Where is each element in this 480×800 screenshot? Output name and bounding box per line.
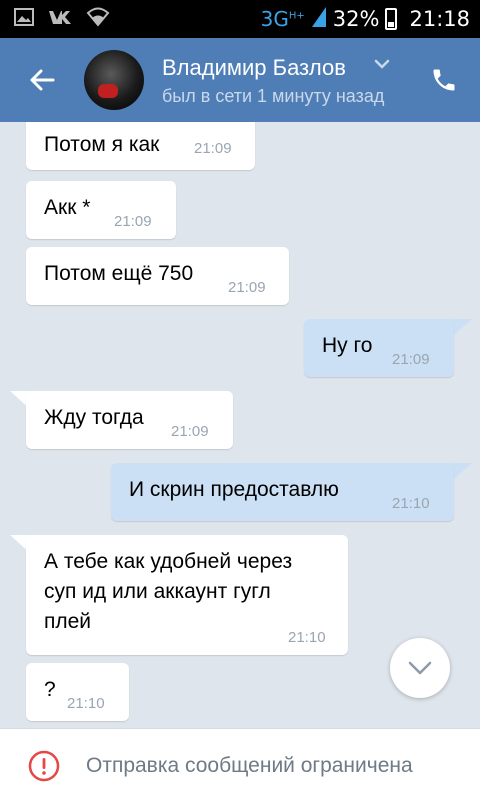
message-bubble[interactable]: Потом ещё 750 21:09 — [26, 247, 289, 305]
battery-percent: 32% — [332, 7, 380, 31]
message-time: 21:10 — [288, 629, 326, 646]
message-bubble[interactable]: Потом я как 21:09 — [26, 122, 255, 170]
status-time: 21:18 — [409, 7, 470, 31]
signal-icon — [311, 6, 327, 33]
messaging-restricted-notice: Отправка сообщений ограничена — [86, 754, 413, 777]
message-time: 21:10 — [67, 695, 105, 712]
chevron-down-icon[interactable] — [373, 58, 391, 70]
contact-name[interactable]: Владимир Базлов — [162, 55, 346, 81]
wifi-icon — [86, 7, 110, 32]
vk-icon — [48, 9, 72, 30]
phone-icon — [433, 69, 455, 91]
message-bubble[interactable]: Акк * 21:09 — [26, 181, 176, 239]
scroll-down-button[interactable] — [390, 638, 450, 698]
last-seen-status: был в сети 1 минуту назад — [162, 86, 385, 106]
battery-icon — [385, 8, 398, 30]
bubble-tail — [452, 319, 472, 337]
network-type: 3GH+ — [260, 7, 305, 31]
message-text: Акк * — [44, 196, 91, 219]
message-text: ? — [44, 678, 56, 701]
message-text: Потом ещё 750 — [44, 262, 194, 285]
message-text: Потом я как — [44, 133, 160, 156]
message-bubble[interactable]: И скрин предоставлю 21:10 — [111, 463, 454, 521]
message-time: 21:10 — [392, 495, 430, 512]
message-time: 21:09 — [171, 423, 209, 440]
message-bubble[interactable]: Жду тогда 21:09 — [26, 391, 233, 449]
message-bubble[interactable]: Ну го 21:09 — [304, 319, 454, 377]
back-button[interactable] — [22, 60, 62, 100]
message-time: 21:09 — [392, 351, 430, 368]
status-bar: 3GH+ 32% 21:18 — [0, 0, 480, 38]
message-time: 21:09 — [228, 279, 266, 296]
chat-header: Владимир Базлов был в сети 1 минуту наза… — [0, 38, 480, 122]
status-bar-left — [14, 0, 110, 38]
chevron-down-icon — [408, 661, 432, 675]
composer-restricted-bar: Отправка сообщений ограничена — [0, 728, 480, 800]
message-time: 21:09 — [194, 140, 232, 157]
message-list[interactable]: Потом я как 21:09 Акк * 21:09 Потом ещё … — [0, 122, 480, 728]
message-time: 21:09 — [114, 213, 152, 230]
image-icon — [14, 7, 34, 31]
message-bubble[interactable]: ? 21:10 — [26, 663, 129, 721]
arrow-left-icon — [30, 69, 55, 91]
message-text: Жду тогда — [44, 406, 144, 429]
avatar[interactable] — [84, 50, 144, 110]
message-text: Ну го — [322, 334, 373, 357]
bubble-tail — [452, 463, 472, 481]
call-button[interactable] — [426, 62, 462, 98]
message-text: И скрин предоставлю — [129, 478, 339, 501]
status-bar-right: 3GH+ 32% 21:18 — [261, 0, 470, 38]
message-bubble[interactable]: А тебе как удобней через суп ид или акка… — [26, 535, 348, 655]
message-text: А тебе как удобней через суп ид или акка… — [44, 550, 293, 633]
warning-icon — [28, 750, 60, 782]
